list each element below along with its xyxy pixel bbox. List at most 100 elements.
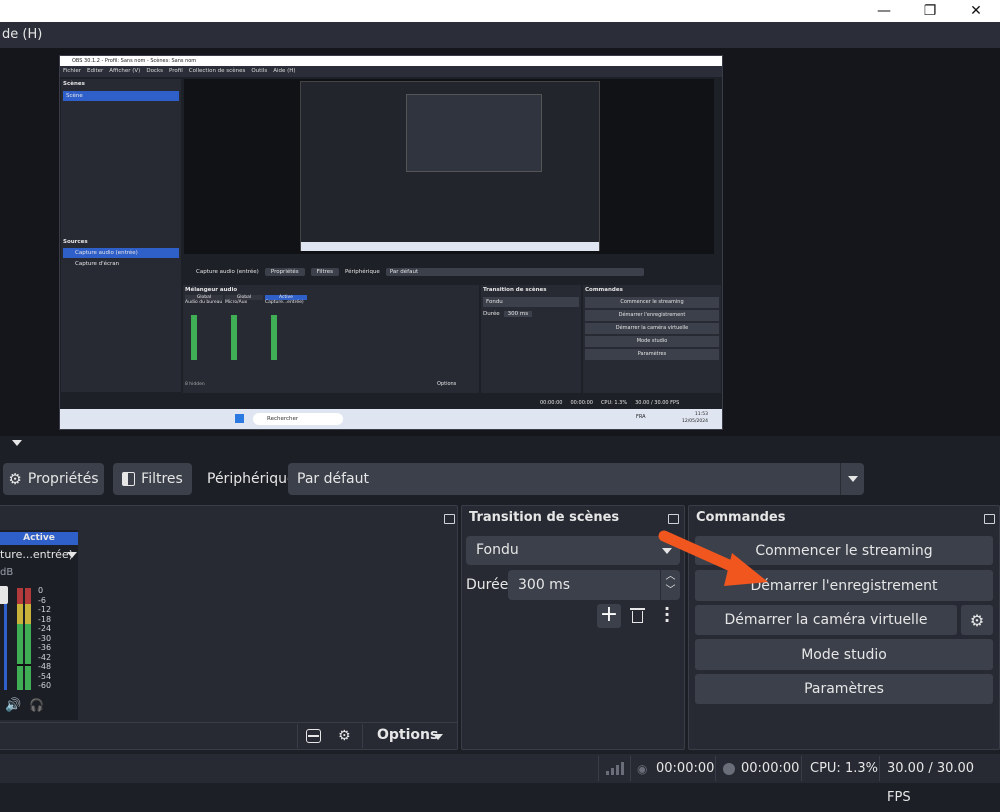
nested-mixer-channel: Global Micro/Aux [225, 295, 263, 305]
chevron-down-icon [433, 734, 443, 740]
nested-source-toolbar: Capture audio (entrée) Propriétés Filtre… [184, 265, 722, 279]
trash-icon[interactable] [630, 607, 645, 624]
nested-fps: 30.00 / 30.00 FPS [635, 400, 680, 406]
start-virtual-camera-button[interactable]: Démarrer la caméra virtuelle [695, 605, 957, 635]
nested-channel-name: Audio du bureau [185, 300, 223, 305]
nested-cpu: CPU: 1.3% [600, 400, 628, 406]
nested-mixer-dock: Mélangeur audio Global Audio du bureau G… [183, 285, 479, 393]
options-label: Options [377, 727, 439, 743]
nested-duration-label: Durée [483, 311, 500, 317]
tray-time: 11:53 [694, 412, 708, 417]
nested-channel-name: Micro/Aux [225, 300, 248, 305]
chevron-down-icon [67, 552, 77, 558]
advanced-audio-gear-icon[interactable]: ⚙ [338, 728, 351, 744]
nested-commands-dock: Commandes Commencer le streaming Démarre… [583, 285, 721, 393]
nested-duration-value: 300 ms [503, 311, 533, 317]
device-select[interactable]: Par défaut [288, 463, 864, 495]
more-vertical-icon[interactable]: · · · [664, 601, 670, 629]
nested-channel-name: Capture...entrée) [265, 300, 304, 305]
chevron-down-icon [848, 476, 858, 482]
recursive-taskbar [301, 242, 599, 251]
nested-command: Mode studio [585, 336, 719, 347]
nested-filters: Filtres [310, 268, 340, 276]
transition-title: Transition de scènes [469, 510, 620, 525]
nested-sources-title: Sources [63, 239, 88, 245]
nested-canvas [184, 79, 714, 254]
speaker-icon[interactable]: 🔊 [5, 698, 21, 713]
fps-counter: 30.00 / 30.00 FPS [887, 761, 975, 805]
record-indicator-icon [723, 763, 735, 775]
nested-menu-item: Docks [146, 68, 164, 74]
taskbar-search: Rechercher [253, 413, 343, 425]
nested-command: Commencer le streaming [585, 297, 719, 308]
recursive-preview-inner [406, 94, 542, 172]
stream-time: 00:00:00 [656, 761, 715, 776]
float-dock-icon[interactable] [668, 514, 679, 524]
float-dock-icon[interactable] [984, 514, 995, 524]
menu-item-help[interactable]: de (H) [0, 22, 42, 48]
volume-slider-handle[interactable] [0, 586, 8, 604]
nested-scene-item: Scène [63, 91, 179, 101]
virtual-camera-settings-gear-icon[interactable]: ⚙ [961, 605, 993, 635]
nested-mixer-channel: Global Audio du bureau [185, 295, 223, 305]
nested-command: Paramètres [585, 349, 719, 360]
minimize-button[interactable]: — [861, 0, 907, 22]
nested-menu-item: Profil [169, 68, 183, 74]
nested-sources-dock: Sources Capture audio (entrée) Capture d… [61, 237, 181, 392]
nested-transition-select: Fondu [483, 297, 579, 307]
nested-scenes-title: Scènes [63, 81, 85, 87]
nested-command: Démarrer la caméra virtuelle [585, 323, 719, 334]
nested-record-time: 00:00:00 [570, 400, 593, 406]
meter-scale: 0 -6 -12 -18 -24 -30 -36 -42 -48 -54 -60 [38, 586, 52, 690]
nested-device-select: Par défaut [385, 268, 644, 276]
nested-mixer-title: Mélangeur audio [185, 287, 238, 293]
mixer-footer-divider [0, 722, 457, 723]
nested-meter [231, 315, 237, 360]
studio-mode-button[interactable]: Mode studio [695, 639, 993, 670]
transition-select[interactable]: Fondu [466, 536, 680, 565]
nested-device-label: Périphérique [345, 269, 380, 275]
channel-db: dB [0, 567, 14, 578]
audio-meter-right [25, 588, 31, 690]
windows-start-icon [235, 414, 244, 423]
audio-meter-left [17, 588, 23, 690]
dock-menu-arrow-icon[interactable] [12, 440, 22, 446]
nested-transition-dock: Transition de scènes Fondu Durée 300 ms [481, 285, 581, 393]
maximize-button[interactable]: ❐ [907, 0, 953, 22]
peak-marker [17, 664, 31, 666]
duration-label: Durée [466, 577, 509, 593]
duration-value: 300 ms [518, 577, 571, 593]
nested-taskbar: Rechercher FRA 11:53 12/05/2024 [60, 409, 722, 429]
volume-slider-track[interactable] [4, 590, 7, 690]
add-transition-button[interactable]: + [597, 604, 621, 628]
nested-source-item: Capture d'écran [75, 261, 120, 267]
layout-icon[interactable] [306, 729, 321, 743]
nested-properties: Propriétés [264, 268, 305, 276]
nested-statusbar: 00:00:00 00:00:00 CPU: 1.3% 30.00 / 30.0… [540, 398, 720, 408]
properties-button[interactable]: ⚙ Propriétés [3, 463, 104, 495]
nested-source-item: Capture audio (entrée) [63, 248, 179, 258]
streaming-indicator-icon: ◉ [637, 762, 648, 776]
settings-button[interactable]: Paramètres [695, 674, 993, 704]
nested-titlebar: OBS 30.1.2 - Profil: Sans nom - Scènes: … [60, 56, 722, 66]
device-select-caret[interactable] [840, 463, 864, 495]
monitor-headphones-icon[interactable]: 🎧 [29, 698, 44, 712]
properties-label: Propriétés [27, 471, 99, 487]
nested-menu-item: Collection de scènes [188, 68, 246, 74]
signal-strength-icon [606, 761, 624, 775]
nested-command: Démarrer l'enregistrement [585, 310, 719, 321]
nested-transition-title: Transition de scènes [483, 287, 547, 293]
tray-date: 12/05/2024 [682, 419, 708, 424]
window-titlebar [0, 0, 1000, 22]
cpu-usage: CPU: 1.3% [810, 761, 878, 776]
channel-name-select[interactable]: ture...entrée) [0, 547, 78, 562]
filters-button[interactable]: Filtres [113, 463, 192, 495]
nested-options: Options [437, 381, 457, 387]
mixer-options-button[interactable]: Options [377, 727, 438, 743]
float-dock-icon[interactable] [444, 514, 455, 524]
close-button[interactable]: ✕ [953, 0, 999, 22]
filters-label: Filtres [141, 471, 183, 487]
nested-hidden-count: 8 hidden [185, 382, 205, 387]
nested-menu-item: Aide (H) [273, 68, 296, 74]
tray-clock: 11:53 12/05/2024 [682, 411, 708, 425]
